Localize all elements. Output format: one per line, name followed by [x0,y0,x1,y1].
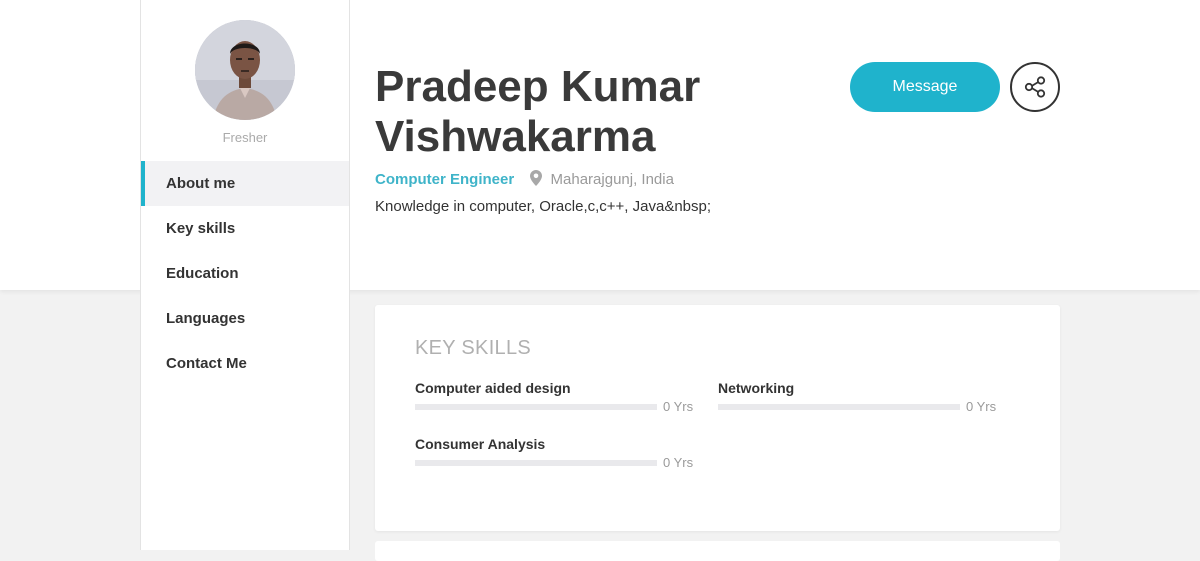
next-section-card [375,541,1060,561]
skill-item: Computer aided design 0 Yrs [415,379,695,415]
profile-meta: Computer Engineer Maharajgunj, India [375,170,674,190]
skill-progress-bar [718,404,960,410]
avatar [195,20,295,120]
profile-role: Computer Engineer [375,171,515,188]
profile-name: Pradeep Kumar Vishwakarma [375,62,701,161]
sidebar-item-languages[interactable]: Languages [141,296,349,341]
skill-item: Networking 0 Yrs [718,379,998,415]
skill-name: Consumer Analysis [415,436,546,452]
skill-name: Computer aided design [415,380,571,396]
message-button[interactable]: Message [850,62,1000,112]
sidebar-item-education[interactable]: Education [141,251,349,296]
sidebar-item-about-me[interactable]: About me [141,161,349,206]
key-skills-card: KEY SKILLS Computer aided design 0 Yrs N… [375,305,1060,531]
sidebar: Fresher About me Key skills Education La… [140,0,350,550]
skill-name: Networking [718,380,795,396]
skill-years: 0 Yrs [663,399,694,414]
sidebar-item-contact-me[interactable]: Contact Me [141,341,349,386]
location-pin-icon [530,170,543,192]
skill-years: 0 Yrs [663,455,694,470]
skill-progress-bar [415,404,657,410]
key-skills-title: KEY SKILLS [415,337,532,359]
profile-bio: Knowledge in computer, Oracle,c,c++, Jav… [375,198,712,215]
skill-item: Consumer Analysis 0 Yrs [415,435,695,471]
skill-years: 0 Yrs [966,399,997,414]
share-button[interactable] [1010,62,1060,112]
skill-progress-bar [415,460,657,466]
sidebar-item-key-skills[interactable]: Key skills [141,206,349,251]
sidebar-nav: About me Key skills Education Languages … [141,161,349,386]
profile-location: Maharajgunj, India [550,171,674,188]
share-icon [1012,75,1058,99]
employment-status: Fresher [222,130,268,145]
